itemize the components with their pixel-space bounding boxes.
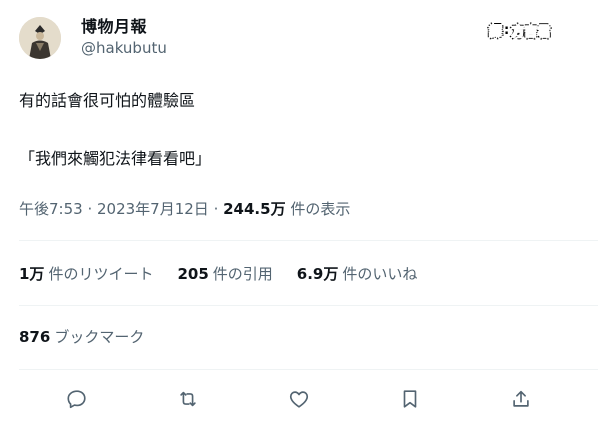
views-count: 244.5万	[223, 200, 286, 218]
tweet-actions	[0, 381, 598, 415]
bookmarks-stat: 876 ブックマーク	[19, 327, 144, 347]
likes-count: 6.9万	[296, 265, 339, 283]
retweets-count: 1万	[19, 265, 45, 283]
views-label: 件の表示	[285, 200, 351, 218]
divider	[19, 240, 598, 241]
share-icon	[513, 390, 529, 407]
quotes-stat[interactable]: 205 件の引用	[177, 264, 272, 284]
divider	[19, 369, 598, 370]
meta-dot: ·	[82, 200, 97, 218]
user-handle[interactable]: @hakubutu	[81, 39, 167, 57]
retweet-button[interactable]	[175, 386, 201, 412]
translator-badge: 譯 : 方吉君	[489, 20, 550, 40]
meta-dot: ·	[208, 200, 224, 218]
likes-stat[interactable]: 6.9万 件のいいね	[297, 264, 418, 284]
like-icon	[289, 391, 309, 408]
likes-label: 件のいいね	[342, 265, 418, 283]
retweet-icon	[180, 391, 196, 407]
reply-icon	[67, 390, 86, 409]
translator-label: 譯	[489, 24, 503, 40]
display-name[interactable]: 博物月報	[81, 17, 147, 37]
bookmarks-count: 876	[19, 328, 51, 346]
reply-button[interactable]	[64, 386, 90, 412]
translator-name: 方吉君	[511, 24, 551, 40]
tweet-time[interactable]: 午後7:53	[19, 200, 83, 218]
retweets-label: 件のリツイート	[48, 265, 154, 283]
tweet-meta: 午後7:53 · 2023年7月12日 · 244.5万 件の表示	[19, 199, 350, 219]
bookmark-button[interactable]	[397, 386, 423, 412]
tweet-text-line-1: 有的話會很可怕的體驗區	[19, 91, 196, 110]
quotes-label: 件の引用	[212, 265, 273, 283]
translator-separator: :	[504, 22, 510, 38]
retweets-stat[interactable]: 1万 件のリツイート	[19, 264, 153, 284]
quotes-count: 205	[177, 265, 209, 283]
share-button[interactable]	[508, 386, 534, 412]
tweet-date[interactable]: 2023年7月12日	[97, 200, 209, 218]
bookmark-icon	[403, 390, 417, 408]
tweet-text-line-2: 「我們來觸犯法律看看吧」	[19, 149, 212, 168]
like-button[interactable]	[286, 386, 312, 412]
divider	[19, 305, 598, 306]
bookmarks-label: ブックマーク	[54, 328, 145, 346]
engagement-stats: 1万 件のリツイート 205 件の引用 6.9万 件のいいね	[19, 264, 417, 284]
avatar[interactable]	[19, 17, 61, 59]
avatar-image	[19, 17, 61, 59]
